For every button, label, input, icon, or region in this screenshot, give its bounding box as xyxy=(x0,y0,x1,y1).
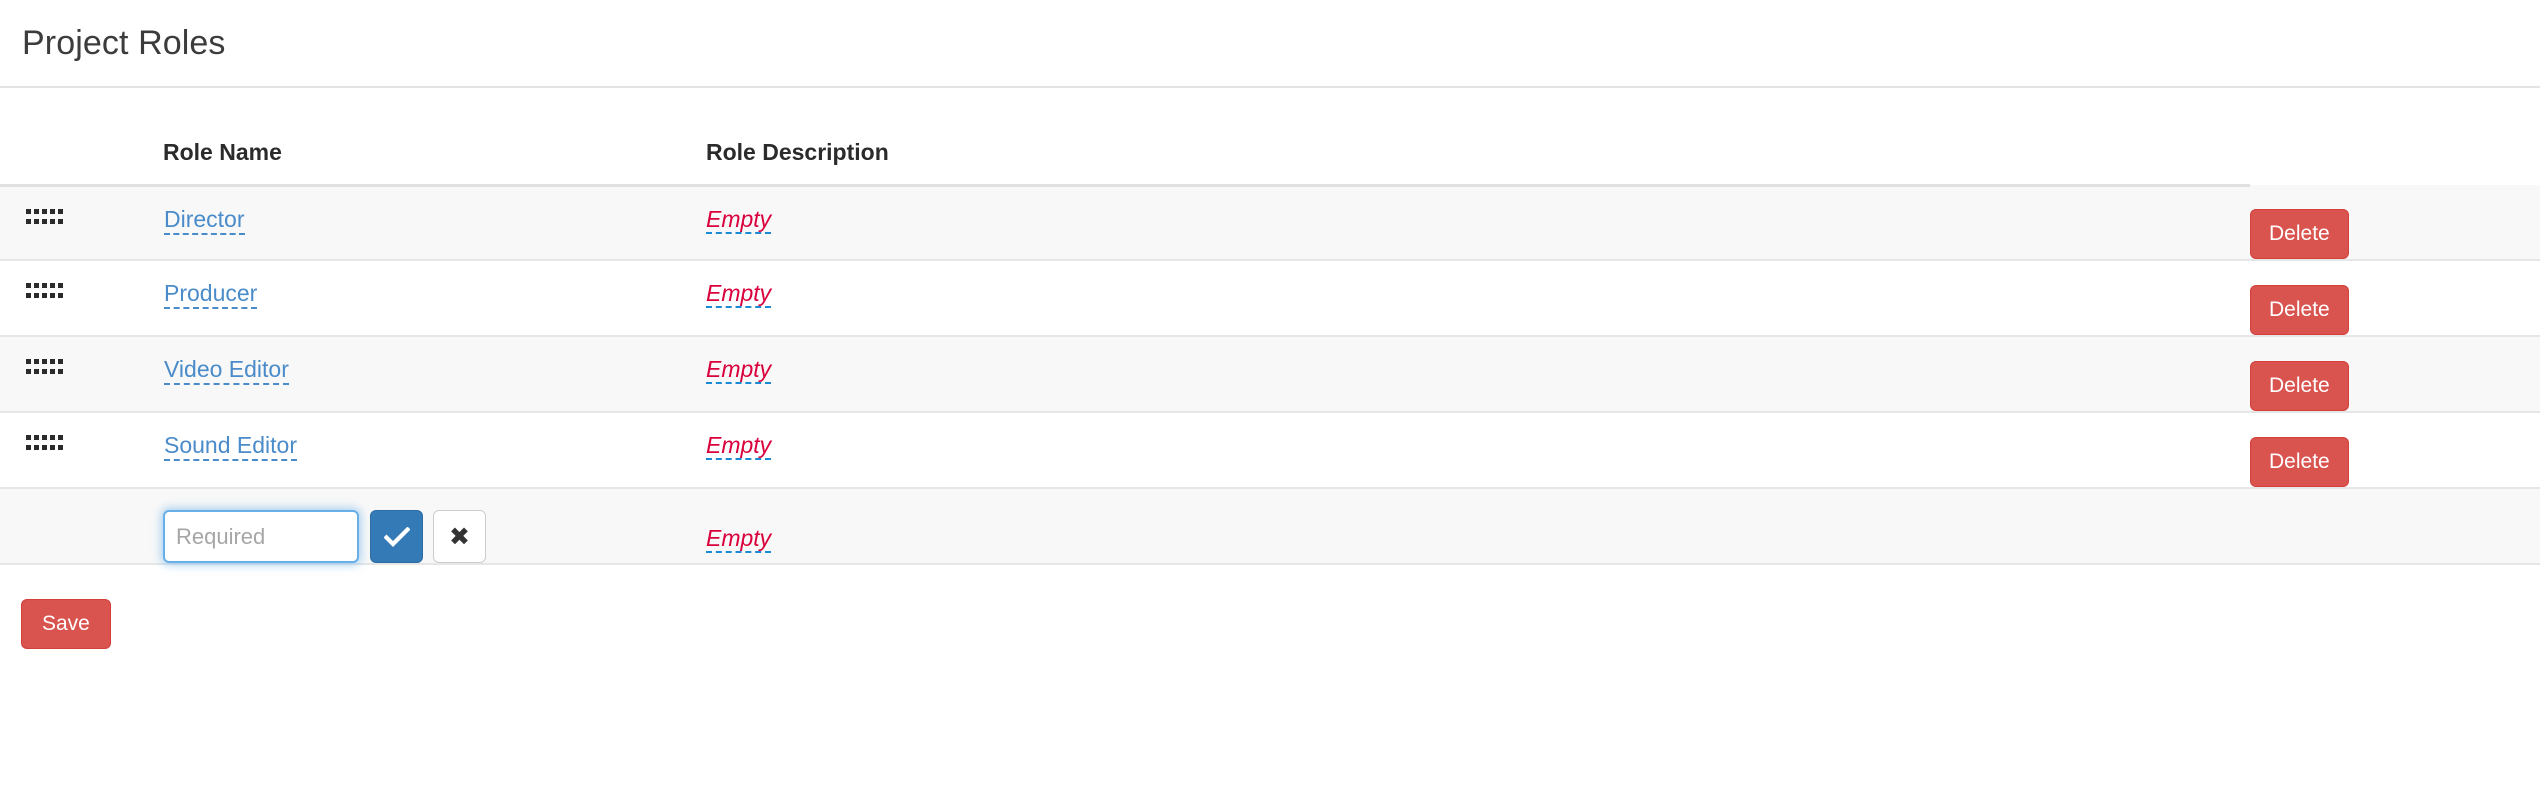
footer-actions: Save xyxy=(0,565,2540,649)
save-button[interactable]: Save xyxy=(21,599,111,649)
confirm-new-role-button[interactable] xyxy=(370,510,423,563)
new-row-description-cell: Empty xyxy=(706,488,2250,565)
role-name-link[interactable]: Director xyxy=(164,207,245,235)
table-header: Role Name Role Description xyxy=(0,88,2540,187)
table-body: Director Empty Delete Producer Empty Del… xyxy=(0,185,2540,565)
table-row: Sound Editor Empty Delete xyxy=(0,412,2540,489)
row-actions-cell: Delete xyxy=(2250,336,2540,413)
delete-button[interactable]: Delete xyxy=(2250,209,2349,259)
table-row: Director Empty Delete xyxy=(0,185,2540,261)
row-actions-cell: Delete xyxy=(2250,260,2540,337)
check-icon xyxy=(383,526,410,547)
new-role-form: ✖ xyxy=(163,489,706,563)
roles-table: Role Name Role Description Director Empt… xyxy=(0,88,2540,565)
column-header-role-description: Role Description xyxy=(706,88,2250,187)
row-name-cell: Director xyxy=(163,185,706,261)
delete-button[interactable]: Delete xyxy=(2250,437,2349,487)
drag-handle-icon[interactable] xyxy=(26,435,63,450)
drag-handle-icon[interactable] xyxy=(26,283,63,298)
new-row-handle-cell xyxy=(0,488,163,565)
role-description-empty[interactable]: Empty xyxy=(706,358,772,384)
row-handle-cell xyxy=(0,185,163,261)
column-header-handle xyxy=(0,88,163,187)
row-name-cell: Video Editor xyxy=(163,336,706,413)
role-name-link[interactable]: Video Editor xyxy=(164,358,289,385)
row-description-cell: Empty xyxy=(706,336,2250,413)
row-handle-cell xyxy=(0,412,163,489)
role-description-empty[interactable]: Empty xyxy=(706,527,772,553)
new-role-name-input[interactable] xyxy=(163,510,359,563)
row-actions-cell: Delete xyxy=(2250,185,2540,261)
page-title: Project Roles xyxy=(22,24,226,62)
row-description-cell: Empty xyxy=(706,412,2250,489)
table-row: Producer Empty Delete xyxy=(0,260,2540,337)
column-header-actions xyxy=(2250,88,2540,185)
column-header-role-name: Role Name xyxy=(163,88,706,187)
cancel-new-role-button[interactable]: ✖ xyxy=(433,510,486,563)
delete-button[interactable]: Delete xyxy=(2250,285,2349,335)
role-description-empty[interactable]: Empty xyxy=(706,282,772,308)
row-name-cell: Sound Editor xyxy=(163,412,706,489)
role-name-link[interactable]: Sound Editor xyxy=(164,434,297,461)
new-role-row: ✖ Empty xyxy=(0,488,2540,565)
drag-handle-icon[interactable] xyxy=(26,359,63,374)
new-row-name-cell: ✖ xyxy=(163,488,706,565)
row-actions-cell: Delete xyxy=(2250,412,2540,489)
table-header-row: Role Name Role Description xyxy=(0,88,2540,187)
table-row: Video Editor Empty Delete xyxy=(0,336,2540,413)
page-header: Project Roles xyxy=(0,0,2540,88)
delete-button[interactable]: Delete xyxy=(2250,361,2349,411)
new-row-actions-cell xyxy=(2250,488,2540,565)
roles-table-container: Role Name Role Description Director Empt… xyxy=(0,88,2540,565)
drag-handle-icon[interactable] xyxy=(26,208,63,224)
role-description-empty[interactable]: Empty xyxy=(706,207,772,234)
role-description-empty[interactable]: Empty xyxy=(706,434,772,460)
close-icon: ✖ xyxy=(449,522,470,551)
row-description-cell: Empty xyxy=(706,260,2250,337)
row-name-cell: Producer xyxy=(163,260,706,337)
row-description-cell: Empty xyxy=(706,185,2250,261)
row-handle-cell xyxy=(0,260,163,337)
role-name-link[interactable]: Producer xyxy=(164,282,258,309)
row-handle-cell xyxy=(0,336,163,413)
